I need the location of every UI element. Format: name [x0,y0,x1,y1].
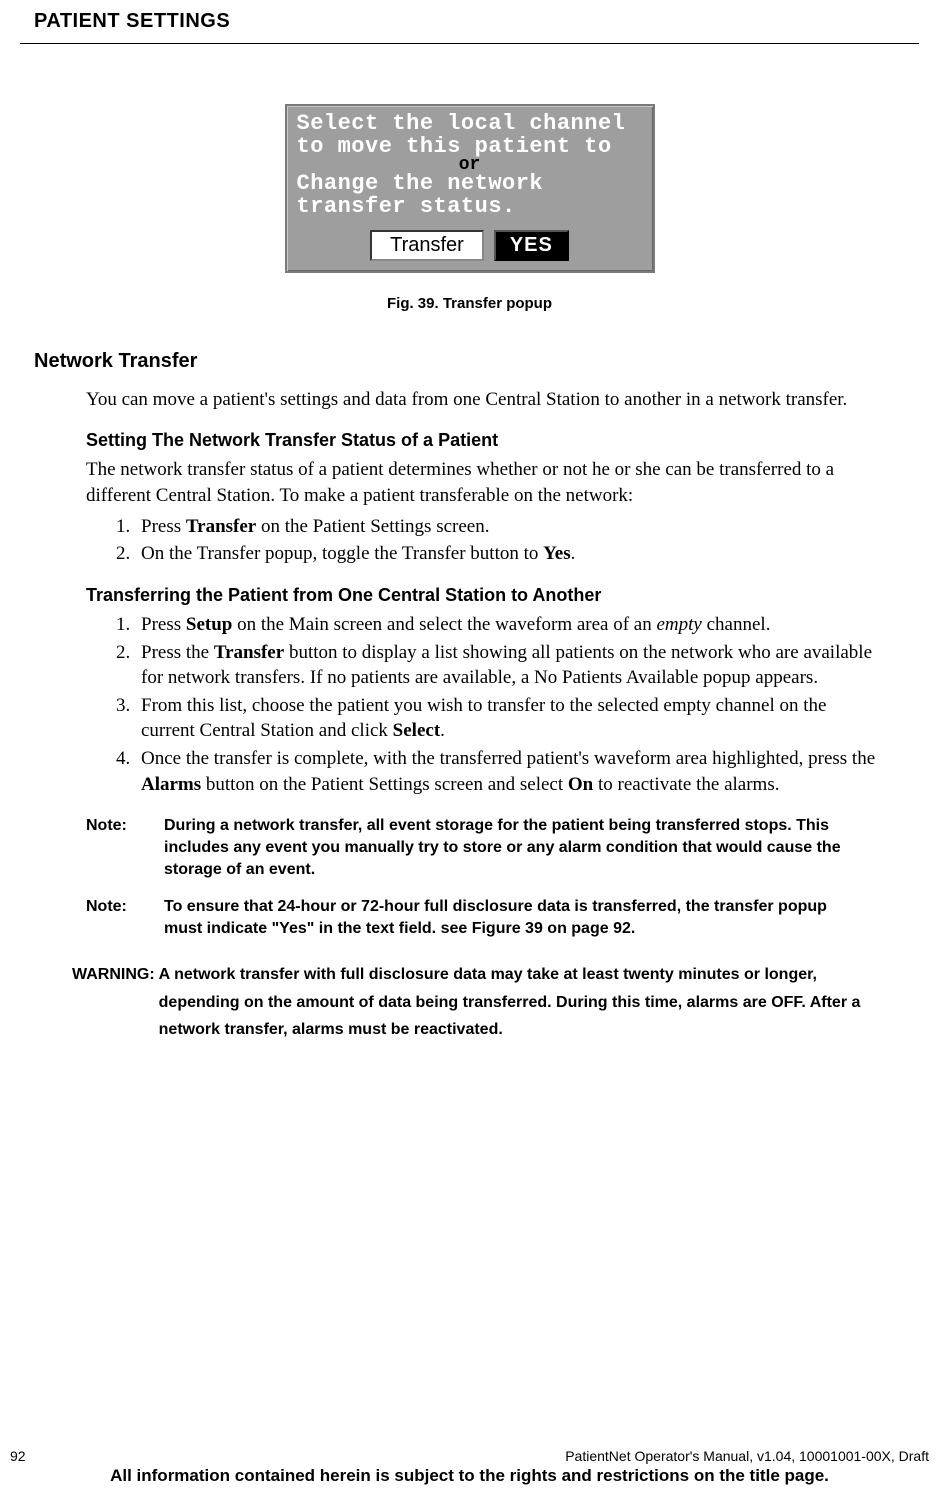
note-label: Note: [86,815,164,880]
figure-caption: Fig. 39. Transfer popup [20,295,919,312]
list-item: Press Transfer on the Patient Settings s… [135,514,879,540]
step-text: . [571,543,576,564]
list-item: On the Transfer popup, toggle the Transf… [135,541,879,567]
note-1: Note: During a network transfer, all eve… [86,815,859,880]
transfer-popup: Select the local channel to move this pa… [285,104,655,273]
step-italic: empty [657,614,702,635]
list-item: Once the transfer is complete, with the … [135,746,879,797]
popup-line1: Select the local channel [297,112,643,135]
list-item: From this list, choose the patient you w… [135,693,879,744]
step-bold: Yes [543,543,570,564]
step-text: to reactivate the alarms. [593,774,779,795]
note-text: During a network transfer, all event sto… [164,815,859,880]
yes-button[interactable]: YES [494,230,569,261]
subsection-2-title: Transferring the Patient from One Centra… [86,585,879,606]
subsection-1-title: Setting The Network Transfer Status of a… [86,430,879,451]
step-text: Press [141,516,186,537]
page-header: PATIENT SETTINGS [34,10,919,33]
list-item: Press the Transfer button to display a l… [135,640,879,691]
page-footer: 92 PatientNet Operator's Manual, v1.04, … [0,1448,939,1486]
warning-label: WARNING: [72,961,155,1043]
step-bold: Alarms [141,774,201,795]
popup-line3: Change the network [297,172,643,195]
step-text: On the Transfer popup, toggle the Transf… [141,543,543,564]
note-text: To ensure that 24-hour or 72-hour full d… [164,896,859,939]
step-text: . [440,720,445,741]
popup-line4: transfer status. [297,195,643,218]
list-item: Press Setup on the Main screen and selec… [135,612,879,638]
step-text: on the Patient Settings screen. [256,516,489,537]
rights-notice: All information contained herein is subj… [6,1466,933,1486]
header-rule [20,43,919,44]
step-bold: Select [393,720,440,741]
section-heading: Network Transfer [34,350,919,373]
step-text: Once the transfer is complete, with the … [141,748,875,769]
step-text: Press [141,614,186,635]
note-label: Note: [86,896,164,939]
steps-list-2: Press Setup on the Main screen and selec… [105,612,879,797]
step-text: channel. [702,614,771,635]
warning: WARNING: A network transfer with full di… [72,961,879,1043]
step-text: button on the Patient Settings screen an… [201,774,568,795]
intro-paragraph: You can move a patient's settings and da… [86,387,879,412]
figure-container: Select the local channel to move this pa… [20,104,919,273]
step-text: on the Main screen and select the wavefo… [232,614,656,635]
page-number: 92 [10,1448,26,1464]
step-bold: On [568,774,593,795]
steps-list-1: Press Transfer on the Patient Settings s… [105,514,879,567]
step-bold: Transfer [214,642,284,663]
subsection-1-para: The network transfer status of a patient… [86,457,879,507]
step-bold: Transfer [186,516,256,537]
note-2: Note: To ensure that 24-hour or 72-hour … [86,896,859,939]
step-text: Press the [141,642,214,663]
doc-id: PatientNet Operator's Manual, v1.04, 100… [565,1448,929,1464]
transfer-button[interactable]: Transfer [370,230,484,261]
step-bold: Setup [186,614,232,635]
warning-text: A network transfer with full disclosure … [159,961,879,1043]
step-text: From this list, choose the patient you w… [141,695,826,742]
